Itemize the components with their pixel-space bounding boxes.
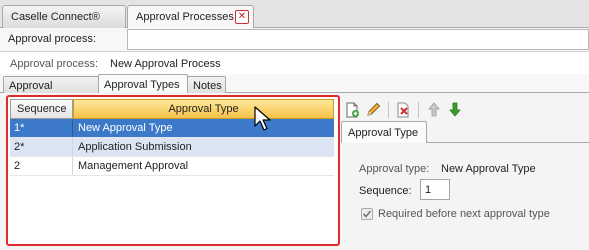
approval-process-input[interactable] <box>127 29 589 50</box>
move-down-arrow-icon[interactable] <box>446 101 463 118</box>
info-label: Approval process: <box>10 58 99 70</box>
sub-tab-strip: Approval Process Approval Types Notes <box>0 74 589 104</box>
approval-type-cell: Application Submission <box>78 141 192 153</box>
approval-process-label: Approval process: <box>8 33 97 45</box>
tab-label: Caselle Connect® <box>11 11 100 23</box>
approval-type-label: Approval type: <box>359 163 430 175</box>
approval-type-value: New Approval Type <box>441 163 536 175</box>
required-checkbox-label: Required before next approval type <box>378 208 550 220</box>
tab-caselle-connect[interactable]: Caselle Connect® <box>2 5 126 28</box>
approval-type-detail: Approval type: New Approval Type <box>359 163 536 175</box>
info-value: New Approval Process <box>110 58 221 70</box>
tab-label: Approval Processes <box>136 11 234 23</box>
close-icon[interactable]: ✕ <box>235 10 249 24</box>
delete-icon[interactable] <box>395 101 412 118</box>
tab-baseline <box>427 142 589 143</box>
approval-type-cell: New Approval Type <box>78 122 173 134</box>
sequence-column-header[interactable]: Sequence <box>10 99 73 119</box>
toolbar-separator <box>388 102 389 118</box>
checkmark-icon <box>362 210 372 218</box>
sequence-cell: 2 <box>10 157 73 175</box>
sequence-cell: 1* <box>10 119 73 137</box>
approval-type-cell: Management Approval <box>78 160 189 172</box>
toolbar-separator <box>418 102 419 118</box>
approval-types-grid: 1* New Approval Type 2* Application Subm… <box>10 119 334 176</box>
tab-approval-processes[interactable]: Approval Processes ✕ <box>127 5 254 29</box>
mouse-cursor-icon <box>254 106 271 131</box>
approval-process-lookup-row: Approval process: <box>0 28 589 52</box>
window-tab-strip: Caselle Connect® Approval Processes ✕ <box>0 0 589 29</box>
approval-type-column-header[interactable]: Approval Type <box>73 99 334 119</box>
sequence-label: Sequence: <box>359 185 412 197</box>
approval-process-info: Approval process: New Approval Process <box>0 52 589 74</box>
table-row[interactable]: 1* New Approval Type <box>10 119 334 138</box>
add-document-icon[interactable] <box>344 101 361 118</box>
sequence-input[interactable]: 1 <box>420 179 450 200</box>
grid-header: Sequence Approval Type <box>10 99 334 119</box>
required-checkbox[interactable] <box>361 208 373 220</box>
tab-approval-types[interactable]: Approval Types <box>98 74 188 94</box>
edit-pencil-icon[interactable] <box>365 101 382 118</box>
sequence-cell: 2* <box>10 138 73 156</box>
tab-approval-process[interactable]: Approval Process <box>3 76 99 104</box>
move-up-arrow-icon[interactable] <box>425 101 442 118</box>
tab-notes[interactable]: Notes <box>187 76 226 93</box>
table-row[interactable]: 2* Application Submission <box>10 138 334 157</box>
tab-approval-type-detail[interactable]: Approval Type <box>341 121 427 143</box>
detail-toolbar <box>344 101 463 119</box>
table-row[interactable]: 2 Management Approval <box>10 157 334 176</box>
